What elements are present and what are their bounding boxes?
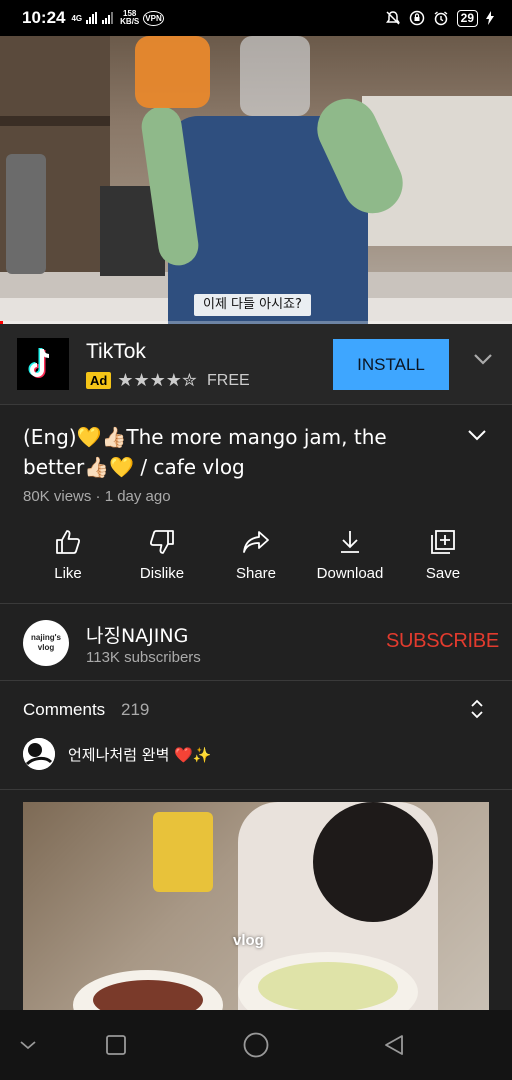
thumb-up-icon <box>56 530 81 554</box>
system-nav-bar <box>0 1010 512 1080</box>
add-to-playlist-icon <box>431 530 455 554</box>
expand-description-icon[interactable] <box>466 428 488 442</box>
nav-back-button[interactable] <box>382 1010 406 1080</box>
nav-home-button[interactable] <box>242 1010 270 1080</box>
share-button[interactable]: Share <box>211 522 301 592</box>
download-icon <box>341 531 359 553</box>
chevron-down-icon <box>20 1041 36 1050</box>
subscribe-button[interactable]: SUBSCRIBE <box>386 630 499 653</box>
save-label: Save <box>425 565 461 582</box>
download-label: Download <box>316 565 384 582</box>
share-label: Share <box>235 565 277 582</box>
commenter-avatar-icon <box>23 738 55 770</box>
network-speed: 158 KB/S <box>120 10 139 26</box>
tiktok-icon <box>28 348 50 378</box>
dislike-button[interactable]: Dislike <box>117 522 207 592</box>
comments-header[interactable]: Comments <box>23 700 105 720</box>
next-video-thumbnail[interactable]: vlog <box>23 802 489 1010</box>
status-time: 10:24 <box>22 8 66 27</box>
signal-group: 4G 158 KB/S VPN <box>71 10 164 26</box>
video-scene-glass <box>240 36 310 116</box>
video-title[interactable]: (Eng)💛👍🏻The more mango jam, the better👍🏻… <box>23 422 453 482</box>
lock-rotation-icon <box>409 10 424 26</box>
thumb-scene-hair <box>313 802 433 922</box>
ad-badge: Ad <box>86 372 112 389</box>
video-player[interactable]: 이제 다들 아시죠? <box>0 36 512 324</box>
video-meta: 80K views · 1 day ago <box>23 488 171 505</box>
comments-count: 219 <box>121 700 150 719</box>
divider <box>0 680 512 681</box>
mute-bell-icon <box>385 11 400 25</box>
video-scene-jar <box>135 36 210 108</box>
video-scene-shelf <box>0 116 110 126</box>
nav-recents-button[interactable] <box>105 1010 127 1080</box>
expand-comments-icon[interactable] <box>469 698 485 720</box>
ad-banner[interactable]: TikTok Ad ★★★★✮ FREE INSTALL <box>0 324 512 404</box>
subscriber-count: 113K subscribers <box>86 649 201 666</box>
share-icon <box>243 531 269 553</box>
dislike-label: Dislike <box>139 565 185 582</box>
channel-row[interactable]: najing's vlog 나징NAJING 113K subscribers … <box>0 604 512 680</box>
thumb-down-icon <box>149 530 174 554</box>
back-triangle-icon <box>385 1035 403 1055</box>
alarm-icon <box>434 11 448 26</box>
divider <box>0 404 512 405</box>
network-type: 4G <box>71 13 83 23</box>
top-comment[interactable]: 언제나처럼 완벽 ❤️✨ <box>68 744 212 765</box>
video-subtitle: 이제 다들 아시죠? <box>194 294 311 316</box>
like-button[interactable]: Like <box>23 522 113 592</box>
save-button[interactable]: Save <box>398 522 488 592</box>
recents-icon <box>106 1035 126 1055</box>
battery-level: 29 <box>456 9 478 27</box>
install-button[interactable]: INSTALL <box>333 339 449 390</box>
channel-name[interactable]: 나징NAJING <box>86 621 188 648</box>
ad-meta: Ad ★★★★✮ FREE <box>86 370 250 391</box>
divider <box>0 789 512 790</box>
status-bar: 10:24 4G 158 KB/S VPN 29 <box>0 0 512 36</box>
thumbnail-watermark: vlog <box>233 932 264 949</box>
chevron-down-icon[interactable] <box>472 352 494 366</box>
ad-price: FREE <box>206 371 250 389</box>
nav-hide-button[interactable] <box>18 1010 38 1080</box>
star-rating-icon: ★★★★✮ <box>117 370 197 390</box>
thumb-scene-bowl-food <box>258 962 398 1010</box>
tiktok-logo <box>17 338 69 390</box>
commenter-avatar[interactable] <box>23 738 55 770</box>
download-button[interactable]: Download <box>305 522 395 592</box>
like-label: Like <box>54 565 82 582</box>
charging-icon <box>486 11 494 25</box>
thumb-scene-glass <box>153 812 213 892</box>
speed-unit: KB/S <box>120 17 140 26</box>
channel-avatar[interactable]: najing's vlog <box>23 620 69 666</box>
status-right: 29 <box>385 0 494 36</box>
ad-app-name: TikTok <box>86 340 146 363</box>
video-scene-grinder <box>6 154 46 274</box>
vpn-icon: VPN <box>143 10 164 26</box>
action-bar: Like Dislike Share Download Save <box>0 522 512 592</box>
home-circle-icon <box>243 1032 269 1058</box>
signal-icon <box>86 12 114 24</box>
